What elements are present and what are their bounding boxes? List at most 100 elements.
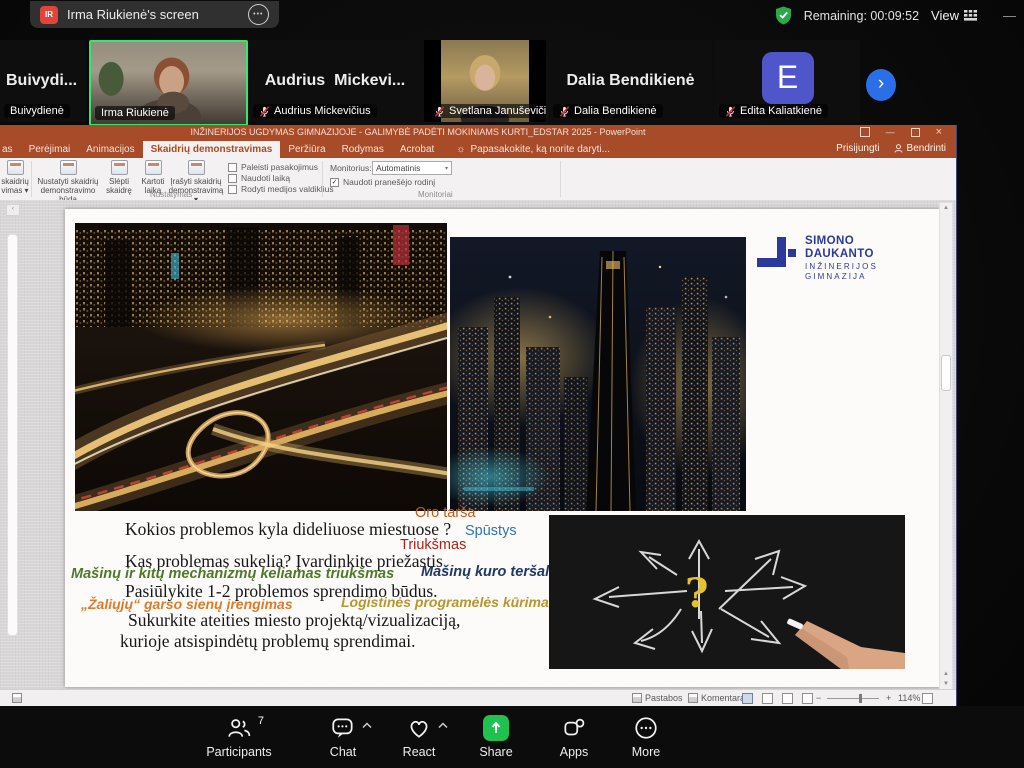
ribbon-button-custom-slideshow[interactable]: skaidrių vimas ▾ xyxy=(0,160,30,195)
tab-acrobat[interactable]: Acrobat xyxy=(392,141,442,158)
share-options-menu-icon[interactable]: ••• xyxy=(248,4,269,25)
comments-label: Komentarai xyxy=(701,693,747,703)
previous-slide-icon[interactable]: ▲ xyxy=(940,671,952,677)
normal-view-icon[interactable] xyxy=(742,693,753,704)
ribbon-button-hide-slide[interactable]: Slėpti skaidrę xyxy=(102,160,136,195)
share-screen-button[interactable]: Share xyxy=(468,714,524,759)
participant-name-text: Buivydienė xyxy=(10,105,64,117)
reading-view-icon[interactable] xyxy=(782,693,793,704)
zoom-slider-thumb[interactable] xyxy=(859,694,862,703)
group-separator xyxy=(31,161,32,197)
zoom-slider[interactable] xyxy=(827,698,879,699)
scroll-up-icon[interactable]: ▲ xyxy=(940,205,952,211)
react-chevron-icon[interactable] xyxy=(438,722,448,729)
chat-button[interactable]: Chat xyxy=(318,714,368,759)
view-button[interactable]: View xyxy=(931,8,977,23)
ribbon-tab-row: as Perėjimai Animacijos Skaidrių demonst… xyxy=(0,141,956,158)
view-label: View xyxy=(931,8,959,23)
comments-icon xyxy=(688,693,698,703)
checkbox-label: Naudoti laiką xyxy=(241,173,290,183)
restore-window-icon[interactable] xyxy=(911,128,920,137)
share-banner-title: Irma Riukienė's screen xyxy=(67,7,199,22)
button-label: Nustatyti skaidrių xyxy=(38,177,99,186)
account-area: Prisijungti Bendrinti xyxy=(836,143,946,154)
apps-button[interactable]: Apps xyxy=(546,714,602,759)
slideshow-view-icon[interactable] xyxy=(802,693,813,704)
zoom-in-button[interactable]: + xyxy=(886,693,891,703)
checkbox-label: Rodyti medijos valdiklius xyxy=(241,184,334,194)
fit-slide-icon[interactable] xyxy=(922,693,933,704)
button-label: Slėpti xyxy=(109,177,129,186)
participant-tile-edita[interactable]: E Edita Kaliatkienė xyxy=(715,40,860,122)
participant-tile-buivydiene[interactable]: Buivydi... Buivydienė xyxy=(0,40,86,122)
participant-name-text: Irma Riukienė xyxy=(101,107,169,119)
tab-animacijos[interactable]: Animacijos xyxy=(78,141,142,158)
slideshow-icon xyxy=(7,160,24,175)
participant-name-text: Edita Kaliatkienė xyxy=(740,105,822,117)
participant-tile-svetlana-video[interactable]: Svetlana Januševičienė xyxy=(424,40,546,122)
school-logo: SIMONO DAUKANTO INŽINERIJOS GIMNAZIJA xyxy=(755,235,915,299)
react-button[interactable]: React xyxy=(392,714,446,759)
night-highway-photo xyxy=(75,223,447,511)
participant-tile-irma-video[interactable]: Irma Riukienė xyxy=(89,40,248,126)
minimize-window-icon[interactable]: — xyxy=(886,127,895,137)
notes-label: Pastabos xyxy=(645,693,683,703)
tab-perejimai[interactable]: Perėjimai xyxy=(21,141,79,158)
participant-name-text: Audrius Mickevičius xyxy=(274,105,371,117)
record-slideshow-icon xyxy=(188,160,205,175)
security-shield-icon[interactable] xyxy=(775,6,792,25)
participant-tile-dalia[interactable]: Dalia Bendikienė Dalia Bendikienė xyxy=(549,40,712,122)
remaining-time: Remaining: 00:09:52 xyxy=(804,9,919,23)
monitor-dropdown-value: Automatinis xyxy=(376,163,420,173)
checkbox-presenter-view[interactable]: ✓ Naudoti pranešėjo rodinį xyxy=(330,177,435,187)
next-slide-icon[interactable]: ▼ xyxy=(940,681,952,687)
slide-task-line-2: kurioje atsispindėtų problemų sprendimai… xyxy=(120,631,416,652)
close-window-icon[interactable]: × xyxy=(936,126,942,138)
button-label: skaidrių xyxy=(1,177,29,186)
checkbox-use-timings[interactable]: Naudoti laiką xyxy=(228,173,290,183)
screen-share-banner: IR Irma Riukienė's screen ••• xyxy=(30,1,279,28)
comments-button[interactable]: Komentarai xyxy=(688,693,747,703)
checkbox-show-media-controls[interactable]: Rodyti medijos valdiklius xyxy=(228,184,334,194)
view-mode-buttons xyxy=(742,693,813,704)
thumbnail-pane-scrollbar[interactable] xyxy=(7,234,18,636)
tellme-box[interactable]: ☼ Papasakokite, ką norite daryti... xyxy=(442,141,618,158)
setup-slideshow-icon xyxy=(60,160,77,175)
next-participants-button[interactable]: › xyxy=(866,69,896,101)
participant-name-text: Svetlana Januševičienė xyxy=(449,105,546,117)
monitor-dropdown[interactable]: Automatinis ▾ xyxy=(372,161,452,175)
more-ellipsis-icon xyxy=(633,716,659,740)
minimize-icon[interactable]: — xyxy=(1003,8,1016,23)
monitor-label: Monitorius: xyxy=(330,163,372,173)
ribbon-options-icon[interactable] xyxy=(860,127,870,137)
sign-in-button[interactable]: Prisijungti xyxy=(836,143,879,154)
school-logo-mark-icon xyxy=(755,237,799,281)
checkbox-play-narrations[interactable]: Paleisti pasakojimus xyxy=(228,162,318,172)
share-screen-icon xyxy=(483,715,509,741)
ribbon-button-setup-slideshow[interactable]: Nustatyti skaidrių demonstravimo būdą xyxy=(34,160,102,205)
statusbar-left-icon[interactable] xyxy=(12,693,22,703)
tab-cropped[interactable]: as xyxy=(0,141,21,158)
participants-label: Participants xyxy=(206,745,271,759)
tab-rodymas[interactable]: Rodymas xyxy=(334,141,392,158)
share-label: Share xyxy=(479,745,512,759)
collapse-pane-icon[interactable]: ‹ xyxy=(6,204,20,216)
participants-button[interactable]: 7 Participants xyxy=(196,714,282,759)
scrollbar-thumb[interactable] xyxy=(941,355,951,391)
chat-chevron-icon[interactable] xyxy=(362,722,372,729)
zoom-out-button[interactable]: − xyxy=(816,693,821,703)
tab-perziura[interactable]: Peržiūra xyxy=(280,141,333,158)
muted-mic-icon xyxy=(725,106,736,117)
share-button-label: Bendrinti xyxy=(907,143,946,154)
powerpoint-window-title: INŽINERIJOS UGDYMAS GIMNAZIJOJE - GALIMY… xyxy=(0,127,836,137)
muted-mic-icon xyxy=(434,106,445,117)
tab-skaidriu-demonstravimas[interactable]: Skaidrių demonstravimas xyxy=(143,141,281,158)
more-button[interactable]: More xyxy=(618,714,674,759)
share-button[interactable]: Bendrinti xyxy=(894,143,946,154)
notes-button[interactable]: Pastabos xyxy=(632,693,683,703)
slide-sorter-view-icon[interactable] xyxy=(762,693,773,704)
zoom-level[interactable]: 114% xyxy=(898,693,920,703)
participant-tile-audrius[interactable]: Audrius Mickevi... Audrius Mickevičius xyxy=(249,40,421,122)
vertical-scrollbar[interactable]: ▲ ▲ ▼ xyxy=(939,202,953,690)
notes-icon xyxy=(632,693,642,703)
